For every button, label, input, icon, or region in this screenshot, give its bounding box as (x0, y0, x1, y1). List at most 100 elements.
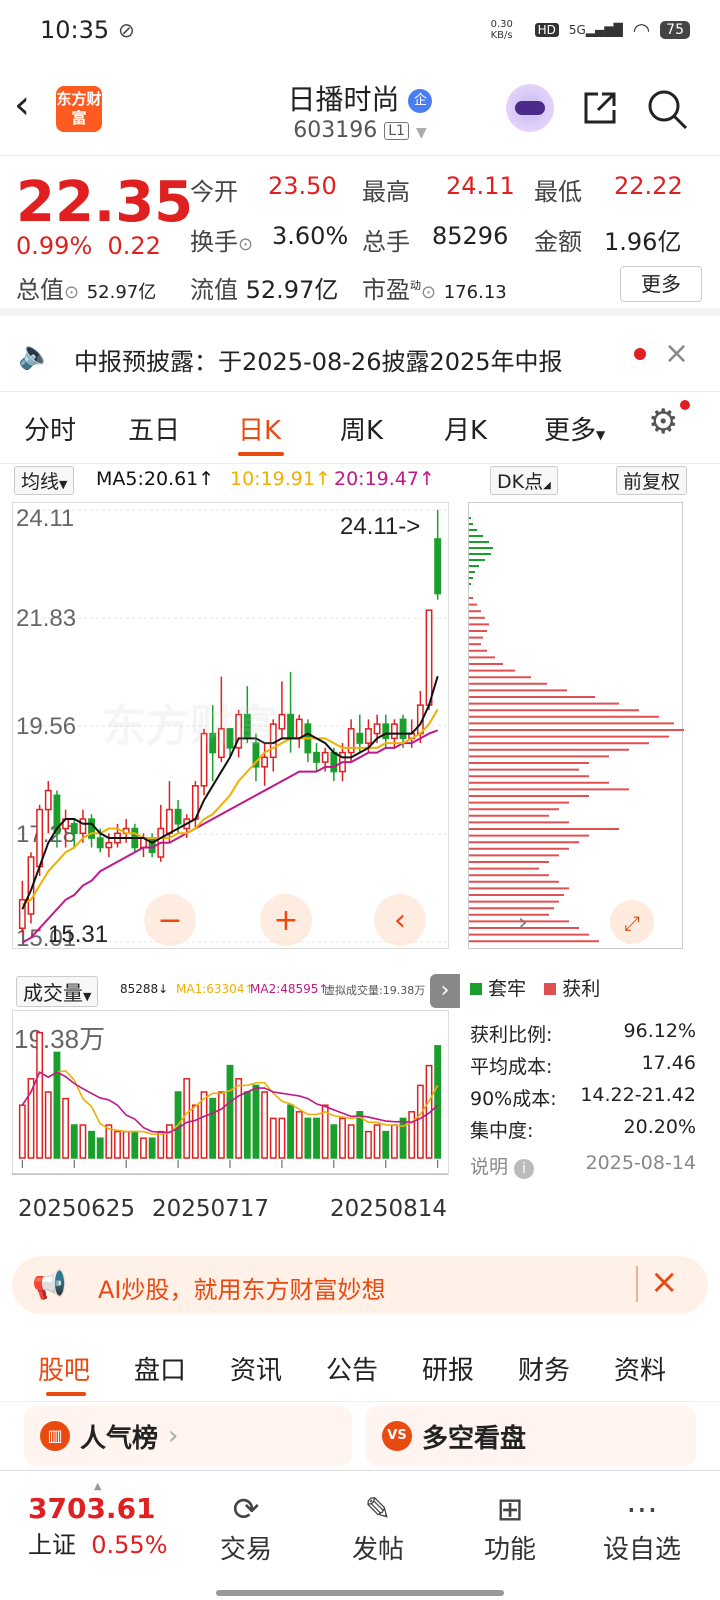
legend-green-swatch (470, 983, 482, 995)
mktcap-value: 52.97亿 (86, 282, 157, 303)
grid-icon: ⊞ (496, 1490, 524, 1528)
stat-value: 14.22-21.42 (580, 1084, 696, 1106)
adjust-selector[interactable]: 前复权 (616, 466, 688, 495)
active-tab-underline (46, 1392, 86, 1396)
expand-panel-icon[interactable]: › (430, 974, 460, 1008)
close-icon[interactable]: × (650, 1262, 679, 1302)
candle (174, 808, 182, 825)
tab-pankou[interactable]: 盘口 (134, 1350, 186, 1387)
tab-monthly-k[interactable]: 月K (444, 410, 487, 447)
tab-finance[interactable]: 财务 (518, 1350, 570, 1387)
ma-label: 均线 (21, 471, 60, 493)
profit-ratio-row: 获利比例: 96.12% (470, 1020, 696, 1047)
y-tick-label: 21.83 (16, 605, 76, 632)
watermark: 东方财富 (102, 701, 278, 752)
divider (636, 1266, 638, 1302)
chevron-right-icon: › (168, 1421, 179, 1451)
tab-news[interactable]: 资讯 (230, 1350, 282, 1387)
nav-post[interactable]: ✎ 发帖 (328, 1489, 428, 1566)
stat-value: 17.46 (641, 1052, 696, 1074)
chip-distribution-chart[interactable]: › ⤢ (468, 502, 696, 952)
fullscreen-glyph: ⤢ (624, 911, 640, 935)
candle (70, 823, 78, 835)
robot-assistant-icon[interactable] (506, 84, 554, 132)
info-icon[interactable]: ⊙ (64, 282, 79, 303)
volume-bar (122, 1130, 130, 1159)
plus-zoom-icon-glyph: + (273, 903, 298, 938)
volume-bar (330, 1124, 338, 1159)
volume-bar (408, 1111, 416, 1159)
low-value: 22.22 (614, 172, 683, 200)
candle (390, 723, 398, 740)
bull-bear-card[interactable]: VS 多空看盘 (366, 1406, 696, 1466)
notice-bar[interactable]: 🔈 中报预披露：于2025-08-26披露2025年中报 × (0, 324, 720, 392)
edit-icon: ✎ (364, 1490, 392, 1528)
index-ticker[interactable]: ▲ 3703.61 上证 0.55% (28, 1481, 168, 1560)
network-type: 5G (568, 23, 586, 37)
explain-row[interactable]: 说明 i 2025-08-14 (470, 1152, 696, 1179)
float-value: 52.97亿 (245, 276, 339, 304)
virtual-volume: 虚拟成交量:19.38万 (324, 984, 426, 997)
nav-label: 功能 (483, 1535, 536, 1565)
battery-icon: 75 (660, 21, 690, 39)
nav-add-watchlist[interactable]: ⋯ 设自选 (592, 1489, 692, 1566)
volume-bar (373, 1124, 381, 1159)
indicator-selector[interactable]: 成交量▼ (16, 976, 99, 1007)
tab-minute[interactable]: 分时 (24, 410, 76, 447)
open-label: 今开 (190, 178, 238, 206)
megaphone-icon: 📢 (32, 1268, 67, 1301)
volume-bar (235, 1078, 243, 1159)
share-icon[interactable] (580, 88, 620, 128)
volume-bar (36, 1031, 44, 1159)
tab-profile[interactable]: 资料 (614, 1350, 666, 1387)
pe-value: 176.13 (443, 282, 507, 303)
volume-bar (209, 1097, 217, 1159)
popularity-card[interactable]: ▥ 人气榜 › (24, 1406, 352, 1466)
tab-weekly-k[interactable]: 周K (340, 410, 383, 447)
stat-label: 集中度: (470, 1120, 534, 1142)
volume-label: 成交量 (23, 981, 83, 1005)
tab-five-day[interactable]: 五日 (128, 410, 180, 447)
trade-yen-icon: ⟳ (232, 1490, 260, 1528)
caret-down-icon: ▼ (59, 478, 68, 491)
unread-dot (634, 348, 646, 360)
caret-down-icon: ▼ (83, 990, 92, 1003)
ai-banner-text: AI炒股，就用东方财富妙想 (98, 1276, 386, 1304)
more-button[interactable]: 更多 (620, 266, 702, 302)
mktcap-label: 总值 (16, 276, 64, 304)
tab-research[interactable]: 研报 (422, 1350, 474, 1387)
tab-daily-k[interactable]: 日K (238, 410, 281, 447)
volume-value: 85296 (432, 222, 509, 250)
volume-max-label: 19.38万 (14, 1024, 105, 1054)
candle (96, 837, 104, 849)
explain-label: 说明 i (470, 1152, 535, 1179)
amount-label: 金额 (534, 228, 582, 256)
volume-bar (382, 1130, 390, 1159)
float-label: 流值 (190, 276, 238, 304)
volume-chart[interactable]: 19.38万 (12, 1010, 458, 1194)
search-icon[interactable] (646, 88, 688, 130)
ma20-text: 20:19.47 (334, 468, 419, 490)
nav-functions[interactable]: ⊞ 功能 (460, 1489, 560, 1566)
close-icon[interactable]: × (664, 336, 689, 371)
info-icon[interactable]: ⊙ (238, 234, 253, 255)
dk-point-selector[interactable]: DK点◢ (490, 466, 558, 495)
period-tabs: 分时 五日 日K 周K 月K 更多▼ ⚙ (0, 392, 720, 464)
change-pct: 0.99% (16, 232, 93, 260)
nav-trade[interactable]: ⟳ 交易 (196, 1489, 296, 1566)
stat-label: 90%成本: (470, 1088, 557, 1110)
tab-more[interactable]: 更多▼ (544, 410, 605, 447)
tab-guba[interactable]: 股吧 (38, 1350, 90, 1387)
volume-bar (217, 1091, 225, 1159)
ma-selector[interactable]: 均线▼ (14, 466, 75, 495)
candle (36, 808, 44, 868)
info-icon[interactable]: ⊙ (421, 282, 436, 303)
date-label: 20250717 (152, 1196, 270, 1222)
index-value: 3703.61 (28, 1492, 156, 1525)
tab-announcement[interactable]: 公告 (326, 1350, 378, 1387)
ai-banner[interactable]: 📢 AI炒股，就用东方财富妙想 × (12, 1256, 708, 1314)
pe-label: 市盈 (362, 276, 410, 304)
index-change: 0.55% (91, 1531, 168, 1559)
legend-red-swatch (544, 983, 557, 995)
settings-gear-icon[interactable]: ⚙ (648, 402, 678, 442)
